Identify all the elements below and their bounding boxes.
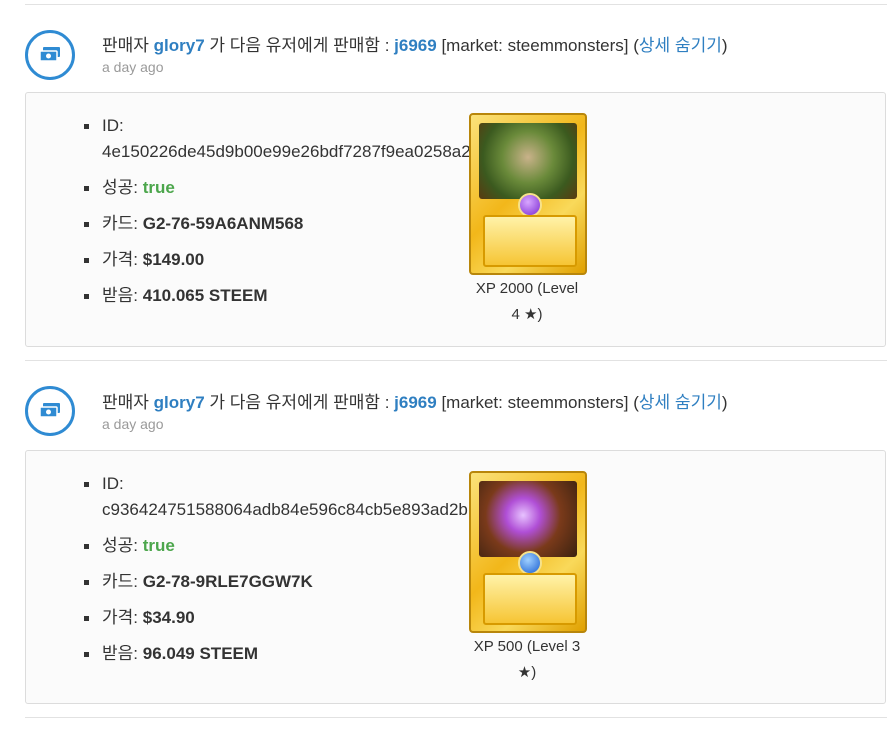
- id-value: 4e150226de45d9b00e99e26bdf7287f9ea0258a2: [102, 142, 471, 161]
- paren-close: ): [721, 36, 728, 55]
- money-icon: [39, 403, 60, 418]
- card-caption: XP 500 (Level 3 ★): [457, 634, 597, 686]
- market-text: [market: steemmonsters]: [441, 393, 629, 412]
- price-label: 가격:: [102, 608, 139, 627]
- detail-list: ID: 4e150226de45d9b00e99e26bdf7287f9ea02…: [76, 113, 471, 309]
- detail-list: ID: c936424751588064adb84e596c84cb5e893a…: [76, 471, 477, 667]
- hide-details-link[interactable]: 상세 숨기기: [639, 393, 722, 412]
- list-item: 받음: 96.049 STEEM: [76, 641, 477, 667]
- paren-close: ): [721, 393, 728, 412]
- seller-link[interactable]: glory7: [154, 393, 205, 412]
- card-label: 카드:: [102, 214, 139, 233]
- caption-line: ★): [517, 664, 537, 681]
- timestamp: a day ago: [102, 59, 164, 75]
- list-item: 성공: true: [76, 533, 477, 559]
- received-label: 받음:: [102, 286, 139, 305]
- detail-card: ID: c936424751588064adb84e596c84cb5e893a…: [25, 450, 886, 704]
- transaction-headline: 판매자 glory7 가 다음 유저에게 판매함 : j6969 [market…: [102, 388, 728, 413]
- caption-line: XP 500 (Level 3: [473, 638, 581, 655]
- caption-line: 4 ★): [511, 306, 543, 323]
- middle-text: 가 다음 유저에게 판매함 :: [209, 393, 390, 412]
- id-label: ID:: [102, 116, 124, 135]
- transaction-avatar: [25, 386, 75, 436]
- list-item: 가격: $34.90: [76, 605, 477, 631]
- list-item: 가격: $149.00: [76, 247, 471, 273]
- list-item: ID: 4e150226de45d9b00e99e26bdf7287f9ea02…: [76, 113, 471, 165]
- market-text: [market: steemmonsters]: [441, 36, 629, 55]
- divider: [25, 4, 887, 5]
- middle-text: 가 다음 유저에게 판매함 :: [209, 36, 390, 55]
- prefix-text: 판매자: [102, 36, 149, 55]
- id-value: c936424751588064adb84e596c84cb5e893ad2bb: [102, 500, 478, 519]
- price-value: $34.90: [142, 608, 195, 627]
- caption-line: XP 2000 (Level: [475, 280, 579, 297]
- divider: [25, 360, 887, 361]
- list-item: 카드: G2-76-59A6ANM568: [76, 211, 471, 237]
- success-label: 성공:: [102, 536, 139, 555]
- gem-icon: [518, 193, 542, 217]
- card-art: [479, 123, 577, 199]
- list-item: ID: c936424751588064adb84e596c84cb5e893a…: [76, 471, 477, 523]
- gem-icon: [518, 551, 542, 575]
- id-label: ID:: [102, 474, 124, 493]
- card-label: 카드:: [102, 572, 139, 591]
- hide-details-link[interactable]: 상세 숨기기: [639, 36, 722, 55]
- list-item: 카드: G2-78-9RLE7GGW7K: [76, 569, 477, 595]
- transaction-avatar: [25, 30, 75, 80]
- buyer-link[interactable]: j6969: [394, 36, 437, 55]
- card-value: G2-76-59A6ANM568: [142, 214, 304, 233]
- transaction-headline: 판매자 glory7 가 다음 유저에게 판매함 : j6969 [market…: [102, 31, 728, 56]
- buyer-link[interactable]: j6969: [394, 393, 437, 412]
- card-textbox: [483, 215, 577, 267]
- card-art: [479, 481, 577, 557]
- card-image[interactable]: [469, 471, 587, 633]
- received-value: 410.065 STEEM: [142, 286, 268, 305]
- received-label: 받음:: [102, 644, 139, 663]
- price-label: 가격:: [102, 250, 139, 269]
- success-value: true: [142, 178, 175, 197]
- success-label: 성공:: [102, 178, 139, 197]
- money-icon: [39, 47, 60, 62]
- success-value: true: [142, 536, 175, 555]
- timestamp: a day ago: [102, 416, 164, 432]
- detail-card: ID: 4e150226de45d9b00e99e26bdf7287f9ea02…: [25, 92, 886, 347]
- card-image[interactable]: [469, 113, 587, 275]
- seller-link[interactable]: glory7: [154, 36, 205, 55]
- received-value: 96.049 STEEM: [142, 644, 259, 663]
- list-item: 성공: true: [76, 175, 471, 201]
- list-item: 받음: 410.065 STEEM: [76, 283, 471, 309]
- prefix-text: 판매자: [102, 393, 149, 412]
- price-value: $149.00: [142, 250, 205, 269]
- card-caption: XP 2000 (Level 4 ★): [457, 276, 597, 328]
- divider: [25, 717, 887, 718]
- card-textbox: [483, 573, 577, 625]
- card-value: G2-78-9RLE7GGW7K: [142, 572, 313, 591]
